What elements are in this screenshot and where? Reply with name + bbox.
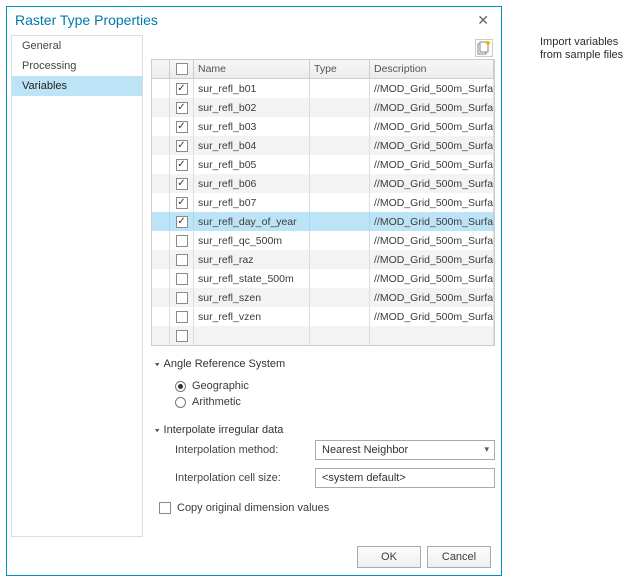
row-type [310, 212, 370, 231]
row-type [310, 174, 370, 193]
row-desc: //MOD_Grid_500m_Surface_Ref... [370, 155, 494, 174]
row-name: sur_refl_b03 [194, 117, 310, 136]
row-desc: //MOD_Grid_500m_Surface_Ref... [370, 117, 494, 136]
table-row[interactable]: sur_refl_b06 //MOD_Grid_500m_Surface_Ref.… [152, 174, 494, 193]
row-type [310, 79, 370, 98]
category-sidebar: GeneralProcessingVariables [11, 35, 143, 537]
interp-cell-label: Interpolation cell size: [175, 472, 315, 484]
row-type [310, 117, 370, 136]
raster-type-properties-dialog: Raster Type Properties ✕ GeneralProcessi… [6, 6, 502, 576]
row-checkbox[interactable] [176, 197, 188, 209]
row-desc: //MOD_Grid_500m_Surface_Ref... [370, 288, 494, 307]
section-interpolate[interactable]: Interpolate irregular data [151, 424, 495, 436]
table-row[interactable]: sur_refl_szen //MOD_Grid_500m_Surface_Ref… [152, 288, 494, 307]
sidebar-item-general[interactable]: General [12, 36, 142, 56]
interp-method-label: Interpolation method: [175, 444, 315, 456]
row-checkbox[interactable] [176, 140, 188, 152]
interp-method-combo[interactable]: Nearest Neighbor [315, 440, 495, 460]
row-checkbox[interactable] [176, 216, 188, 228]
row-desc: //MOD_Grid_500m_Surface_Ref... [370, 174, 494, 193]
cancel-button[interactable]: Cancel [427, 546, 491, 568]
row-name: sur_refl_qc_500m [194, 231, 310, 250]
callout-annotation: Import variables from sample files [540, 36, 625, 62]
table-row[interactable]: sur_refl_b05 //MOD_Grid_500m_Surface_Ref.… [152, 155, 494, 174]
row-name: sur_refl_b06 [194, 174, 310, 193]
header-checkbox-cell[interactable] [170, 60, 194, 78]
row-name: sur_refl_b07 [194, 193, 310, 212]
row-name: sur_refl_day_of_year [194, 212, 310, 231]
row-checkbox[interactable] [176, 121, 188, 133]
row-checkbox[interactable] [176, 159, 188, 171]
row-name: sur_refl_b01 [194, 79, 310, 98]
row-type [310, 250, 370, 269]
section-angle-reference[interactable]: Angle Reference System [151, 358, 495, 370]
row-desc: //MOD_Grid_500m_Surface_Ref... [370, 307, 494, 326]
row-desc: //MOD_Grid_500m_Surface_Ref... [370, 136, 494, 155]
table-row[interactable]: sur_refl_b02 //MOD_Grid_500m_Surface_Ref.… [152, 98, 494, 117]
row-checkbox[interactable] [176, 235, 188, 247]
row-type [310, 288, 370, 307]
row-type [310, 155, 370, 174]
row-desc: //MOD_Grid_500m_Surface_Ref... [370, 212, 494, 231]
row-name: sur_refl_state_500m [194, 269, 310, 288]
radio-arithmetic[interactable]: Arithmetic [175, 396, 495, 408]
row-name: sur_refl_b05 [194, 155, 310, 174]
grid-header: Name Type Description [152, 60, 494, 79]
variables-grid: Name Type Description sur_refl_b01 //MOD_… [151, 59, 495, 346]
table-row[interactable]: sur_refl_vzen //MOD_Grid_500m_Surface_Ref… [152, 307, 494, 326]
row-checkbox[interactable] [176, 311, 188, 323]
table-row[interactable]: sur_refl_b07 //MOD_Grid_500m_Surface_Ref.… [152, 193, 494, 212]
row-type [310, 136, 370, 155]
sidebar-item-variables[interactable]: Variables [12, 76, 142, 96]
row-name: sur_refl_b04 [194, 136, 310, 155]
dialog-footer: OK Cancel [7, 539, 501, 575]
row-checkbox[interactable] [176, 273, 188, 285]
import-variables-button[interactable] [475, 39, 493, 57]
table-row[interactable]: sur_refl_qc_500m //MOD_Grid_500m_Surface_… [152, 231, 494, 250]
table-row[interactable]: sur_refl_day_of_year //MOD_Grid_500m_Surf… [152, 212, 494, 231]
row-name [194, 326, 310, 345]
row-type [310, 326, 370, 345]
row-type [310, 98, 370, 117]
table-row[interactable]: sur_refl_b01 //MOD_Grid_500m_Surface_Ref.… [152, 79, 494, 98]
table-row[interactable]: sur_refl_state_500m //MOD_Grid_500m_Surfa… [152, 269, 494, 288]
row-desc: //MOD_Grid_500m_Surface_Ref... [370, 193, 494, 212]
header-name[interactable]: Name [194, 60, 310, 78]
row-type [310, 307, 370, 326]
row-desc: //MOD_Grid_500m_Surface_Ref... [370, 79, 494, 98]
row-checkbox[interactable] [176, 178, 188, 190]
header-desc[interactable]: Description [370, 60, 494, 78]
row-checkbox[interactable] [176, 330, 188, 342]
row-desc: //MOD_Grid_500m_Surface_Ref... [370, 250, 494, 269]
row-checkbox[interactable] [176, 102, 188, 114]
radio-geographic[interactable]: Geographic [175, 380, 495, 392]
table-row[interactable]: sur_refl_b04 //MOD_Grid_500m_Surface_Ref.… [152, 136, 494, 155]
table-row[interactable]: sur_refl_raz //MOD_Grid_500m_Surface_Ref.… [152, 250, 494, 269]
table-row[interactable] [152, 326, 494, 345]
sidebar-item-processing[interactable]: Processing [12, 56, 142, 76]
dialog-title: Raster Type Properties [15, 12, 158, 28]
row-desc: //MOD_Grid_500m_Surface_Ref... [370, 98, 494, 117]
copy-dimension-label: Copy original dimension values [177, 502, 329, 514]
row-type [310, 269, 370, 288]
copy-dimension-checkbox[interactable] [159, 502, 171, 514]
row-checkbox[interactable] [176, 292, 188, 304]
row-checkbox[interactable] [176, 83, 188, 95]
row-desc [370, 326, 494, 345]
row-desc: //MOD_Grid_500m_Surface_Ref... [370, 269, 494, 288]
titlebar: Raster Type Properties ✕ [7, 7, 501, 33]
interp-cell-input[interactable]: <system default> [315, 468, 495, 488]
row-name: sur_refl_vzen [194, 307, 310, 326]
table-row[interactable]: sur_refl_b03 //MOD_Grid_500m_Surface_Ref.… [152, 117, 494, 136]
row-desc: //MOD_Grid_500m_Surface_Ref... [370, 231, 494, 250]
header-type[interactable]: Type [310, 60, 370, 78]
row-checkbox[interactable] [176, 254, 188, 266]
row-name: sur_refl_raz [194, 250, 310, 269]
row-name: sur_refl_szen [194, 288, 310, 307]
row-name: sur_refl_b02 [194, 98, 310, 117]
ok-button[interactable]: OK [357, 546, 421, 568]
close-icon[interactable]: ✕ [473, 12, 493, 29]
row-type [310, 193, 370, 212]
row-type [310, 231, 370, 250]
